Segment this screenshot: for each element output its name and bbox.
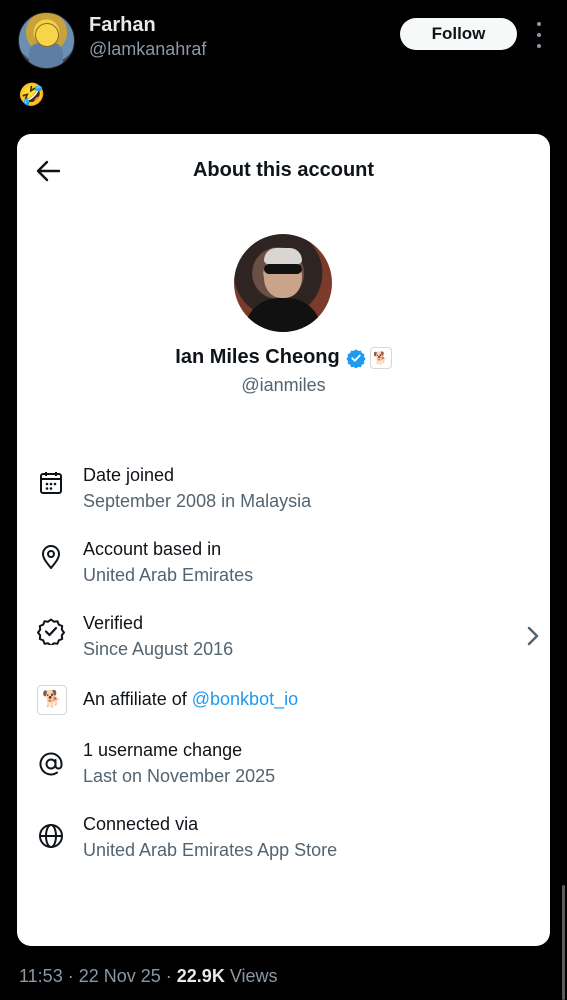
globe-icon [39, 824, 63, 848]
date-joined-label: Date joined [83, 465, 175, 485]
affiliate-row: 🐕 An affiliate of @bonkbot_io [37, 685, 537, 747]
more-options-icon[interactable] [532, 22, 546, 48]
affiliate-link[interactable]: @bonkbot_io [192, 689, 298, 709]
date-joined-value: September 2008 in Malaysia [83, 491, 312, 511]
account-avatar[interactable] [234, 234, 332, 332]
views-label: Views [229, 966, 278, 986]
at-sign-icon [39, 752, 63, 776]
account-name-row: Ian Miles Cheong 🐕 [17, 346, 550, 369]
author-handle[interactable]: @lamkanahraf [89, 39, 206, 60]
post-header: Farhan @lamkanahraf Follow 🤣 [0, 0, 567, 120]
calendar-icon [40, 472, 62, 494]
username-change-row: 1 username change Last on November 2025 [37, 740, 537, 800]
verified-badge-icon[interactable] [346, 348, 366, 368]
bonkbot-logo-icon[interactable]: 🐕 [37, 685, 67, 715]
card-title: About this account [192, 159, 375, 181]
verified-row[interactable]: Verified Since August 2016 [37, 613, 539, 673]
author-avatar[interactable] [18, 12, 75, 69]
connected-via-row: Connected via United Arab Emirates App S… [37, 814, 537, 874]
connected-via-label: Connected via [83, 814, 199, 834]
account-based-in-label: Account based in [83, 539, 222, 559]
post-date[interactable]: 22 Nov 25 [79, 966, 161, 986]
author-name[interactable]: Farhan [89, 14, 156, 37]
post-time[interactable]: 11:53 [19, 966, 63, 986]
chevron-right-icon[interactable] [525, 625, 541, 647]
follow-button[interactable]: Follow [400, 18, 517, 50]
verified-label: Verified [83, 613, 144, 633]
connected-via-value: United Arab Emirates App Store [83, 840, 338, 860]
account-based-in-row: Account based in United Arab Emirates [37, 539, 537, 599]
affiliate-badge-icon[interactable]: 🐕 [369, 346, 392, 369]
account-name[interactable]: Ian Miles Cheong [175, 346, 339, 368]
post-text: 🤣 [18, 82, 46, 107]
account-based-in-value: United Arab Emirates [83, 565, 254, 585]
account-handle: @ianmiles [241, 375, 326, 395]
location-pin-icon [42, 545, 60, 569]
date-joined-row: Date joined September 2008 in Malaysia [37, 465, 537, 525]
affiliate-label: An affiliate of @bonkbot_io [83, 689, 299, 709]
verified-outline-icon [37, 618, 65, 645]
username-change-value: Last on November 2025 [83, 766, 276, 786]
username-change-label: 1 username change [83, 740, 243, 760]
scrollbar[interactable] [562, 885, 565, 1000]
verified-value: Since August 2016 [83, 639, 234, 659]
views-count[interactable]: 22.9K [177, 966, 225, 986]
about-account-card: About this account Ian Miles Cheong 🐕 @i… [17, 134, 550, 946]
post-metadata: 11:53 · 22 Nov 25 · 22.9K Views [19, 966, 278, 986]
